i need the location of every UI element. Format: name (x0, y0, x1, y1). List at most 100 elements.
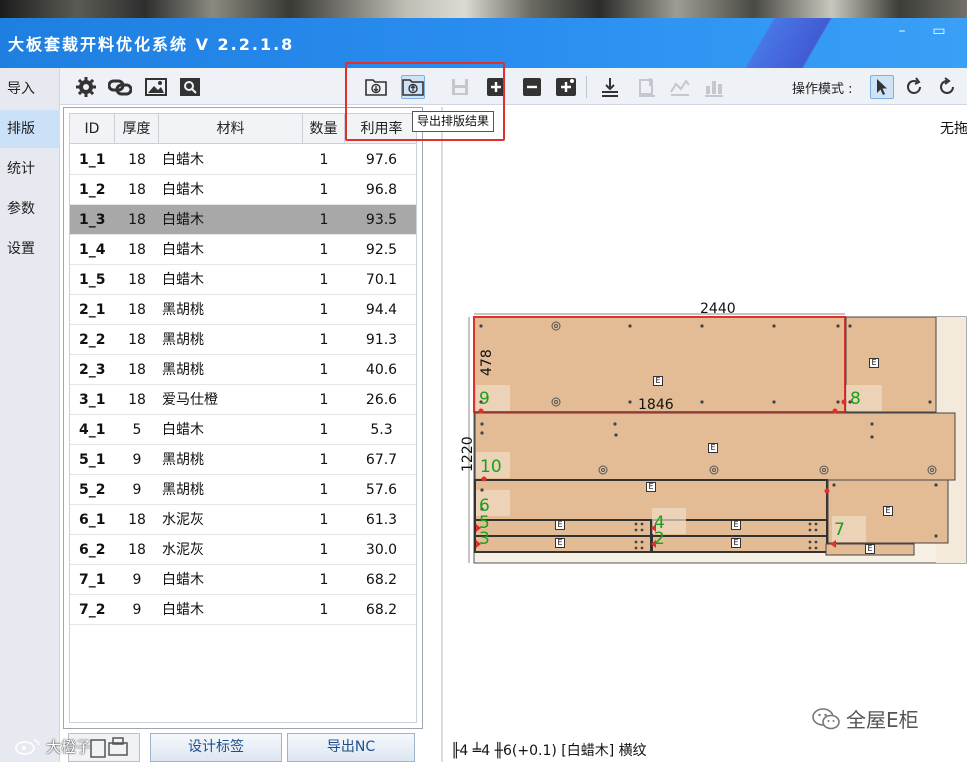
cell-thickness: 18 (128, 542, 146, 558)
table-row[interactable]: 1_3 18 白蜡木 1 93.5 (70, 205, 416, 235)
table-row[interactable]: 7_2 9 白蜡木 1 68.2 (70, 595, 416, 625)
cell-qty: 1 (319, 572, 329, 588)
table-row[interactable]: 5_2 9 黑胡桃 1 57.6 (70, 475, 416, 505)
cell-id: 1_3 (79, 212, 106, 228)
cell-material: 白蜡木 (162, 572, 204, 588)
table-row[interactable]: 7_1 9 白蜡木 1 68.2 (70, 565, 416, 595)
table-row[interactable]: 4_1 5 白蜡木 1 5.3 (70, 415, 416, 445)
column-header-material[interactable]: 材料 (159, 114, 303, 144)
weibo-icon (14, 737, 42, 759)
export-layout-icon[interactable] (401, 75, 425, 99)
maximize-button[interactable]: ▭ (926, 20, 952, 44)
cell-material: 白蜡木 (162, 602, 204, 618)
cell-rate: 61.3 (365, 512, 398, 528)
table-row[interactable]: 3_1 18 爱马仕橙 1 26.6 (70, 385, 416, 415)
piece-number-label: 2 (654, 529, 665, 549)
cell-thickness: 18 (128, 272, 146, 288)
cell-thickness: 9 (132, 482, 142, 498)
cell-thickness: 18 (128, 392, 146, 408)
remove-icon[interactable] (520, 75, 544, 99)
gear-icon[interactable] (74, 75, 98, 99)
cell-id: 1_5 (79, 272, 106, 288)
cell-id: 1_2 (79, 182, 106, 198)
cell-material: 白蜡木 (162, 182, 204, 198)
cell-material: 白蜡木 (162, 212, 204, 228)
piece-number-label: 10 (480, 457, 502, 477)
add-plus-icon[interactable] (554, 75, 578, 99)
cell-material: 黑胡桃 (162, 362, 204, 378)
cell-thickness: 18 (128, 302, 146, 318)
column-header-thickness[interactable]: 厚度 (115, 114, 159, 144)
piece-marker-icon: E (731, 520, 741, 530)
save-icon[interactable] (448, 75, 472, 99)
piece-width-dimension: 1846 (638, 397, 674, 413)
cutting-layout-drawing[interactable] (440, 290, 967, 580)
pointer-icon[interactable] (870, 75, 894, 99)
cell-qty: 1 (319, 272, 329, 288)
column-header-qty[interactable]: 数量 (303, 114, 345, 144)
bar-chart-icon[interactable] (702, 75, 726, 99)
rotate-icon[interactable] (902, 75, 926, 99)
table-row[interactable]: 5_1 9 黑胡桃 1 67.7 (70, 445, 416, 475)
cut-tool-icon[interactable] (635, 75, 659, 99)
cell-qty: 1 (319, 332, 329, 348)
board-width-dimension: 2440 (700, 301, 736, 317)
cell-qty: 1 (319, 482, 329, 498)
table-row[interactable]: 1_4 18 白蜡木 1 92.5 (70, 235, 416, 265)
board-height-dimension: 1220 (460, 436, 476, 472)
table-row[interactable]: 2_1 18 黑胡桃 1 94.4 (70, 295, 416, 325)
layout-status-text: ╟4 ╧4 ╫6(+0.1) [白蜡木] 横纹 (451, 743, 647, 759)
table-row[interactable]: 1_1 18 白蜡木 1 97.6 (70, 145, 416, 175)
table-row[interactable]: 1_2 18 白蜡木 1 96.8 (70, 175, 416, 205)
image-icon[interactable] (144, 75, 168, 99)
design-label-button[interactable]: 设计标签 (150, 733, 282, 762)
table-row[interactable]: 6_1 18 水泥灰 1 61.3 (70, 505, 416, 535)
link-chain-icon[interactable] (108, 75, 132, 99)
piece-marker-icon: E (555, 520, 565, 530)
piece-marker-icon: E (708, 443, 718, 453)
add-icon[interactable] (484, 75, 508, 99)
import-layout-icon[interactable] (364, 75, 388, 99)
cell-qty: 1 (319, 602, 329, 618)
export-nc-button[interactable]: 导出NC (287, 733, 415, 762)
cell-id: 2_3 (79, 362, 106, 378)
sheet-list-panel: ID 厚度 材料 数量 利用率 1_1 18 白蜡木 1 97.6 1_2 18 白蜡木 1 96… (63, 107, 423, 729)
cell-id: 2_2 (79, 332, 106, 348)
table-row[interactable]: 2_3 18 黑胡桃 1 40.6 (70, 355, 416, 385)
cell-thickness: 18 (128, 332, 146, 348)
cell-qty: 1 (319, 452, 329, 468)
cell-material: 黑胡桃 (162, 302, 204, 318)
sheet-list[interactable]: ID 厚度 材料 数量 利用率 1_1 18 白蜡木 1 97.6 1_2 18 白蜡木 1 96… (69, 113, 417, 723)
cell-rate: 30.0 (365, 542, 398, 558)
cell-rate: 68.2 (365, 572, 398, 588)
cell-rate: 92.5 (365, 242, 398, 258)
table-row[interactable]: 6_2 18 水泥灰 1 30.0 (70, 535, 416, 565)
wechat-icon (812, 707, 840, 736)
cell-id: 6_1 (79, 512, 106, 528)
piece-number-label: 3 (479, 529, 490, 549)
search-image-icon[interactable] (178, 75, 202, 99)
refresh-icon[interactable] (935, 75, 959, 99)
cell-id: 3_1 (79, 392, 106, 408)
watermark-right: 全屋E柜 (812, 704, 919, 736)
nav-item-stats[interactable]: 统计 (0, 150, 60, 188)
cell-material: 水泥灰 (162, 512, 204, 528)
cell-material: 黑胡桃 (162, 332, 204, 348)
table-row[interactable]: 2_2 18 黑胡桃 1 91.3 (70, 325, 416, 355)
nav-item-params[interactable]: 参数 (0, 190, 60, 228)
cell-id: 6_2 (79, 542, 106, 558)
minimize-button[interactable]: – (889, 20, 915, 44)
column-header-id[interactable]: ID (70, 114, 115, 144)
cell-qty: 1 (319, 212, 329, 228)
cell-qty: 1 (319, 392, 329, 408)
table-row[interactable]: 1_5 18 白蜡木 1 70.1 (70, 265, 416, 295)
chart-icon[interactable] (668, 75, 692, 99)
nav-item-layout[interactable]: 排版 (0, 110, 60, 148)
cell-id: 7_2 (79, 602, 106, 618)
cell-thickness: 5 (132, 422, 142, 438)
column-header-rate[interactable]: 利用率 (345, 114, 416, 144)
download-icon[interactable] (598, 75, 622, 99)
nav-item-import[interactable]: 导入 (0, 70, 60, 108)
window-title: 大板套裁开料优化系统 V 2.2.1.8 (8, 35, 295, 54)
nav-item-settings[interactable]: 设置 (0, 230, 60, 268)
